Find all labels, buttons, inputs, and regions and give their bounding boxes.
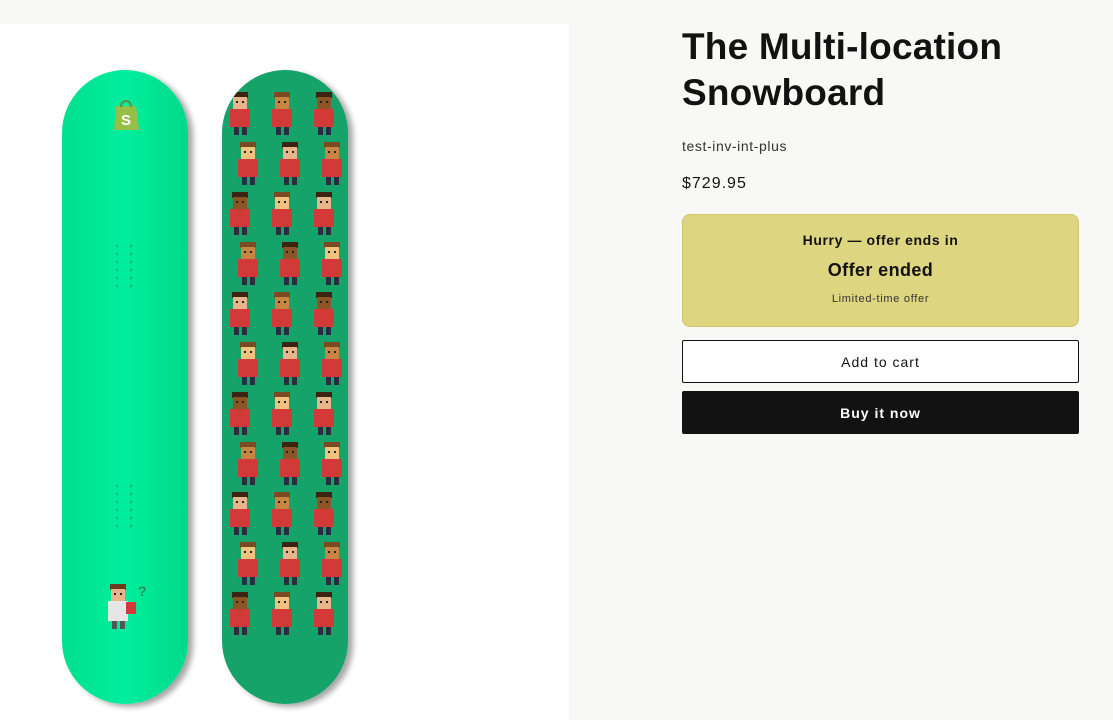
product-price: $729.95	[682, 175, 747, 192]
buy-it-now-button[interactable]: Buy it now	[682, 391, 1079, 434]
snowboard-base: S ?	[62, 70, 188, 704]
product-media[interactable]: S ?	[0, 24, 569, 720]
product-info: The Multi-location Snowboard test-inv-in…	[682, 24, 1079, 434]
svg-text:?: ?	[138, 583, 147, 599]
product-vendor: test-inv-int-plus	[682, 138, 788, 154]
add-to-cart-button[interactable]: Add to cart	[682, 340, 1079, 383]
offer-hurry-text: Hurry — offer ends in	[802, 232, 959, 248]
product-image[interactable]: S ?	[0, 24, 569, 720]
offer-status: Offer ended	[827, 260, 934, 280]
svg-text:S: S	[121, 112, 131, 129]
product-title: The Multi-location Snowboard	[682, 26, 1003, 113]
offer-note: Limited-time offer	[831, 293, 930, 305]
snowboard-top	[222, 70, 348, 704]
product-page: S ? The Multi-location Snowboard test-in…	[0, 0, 1113, 720]
offer-banner: Hurry — offer ends in Offer ended Limite…	[682, 214, 1079, 327]
